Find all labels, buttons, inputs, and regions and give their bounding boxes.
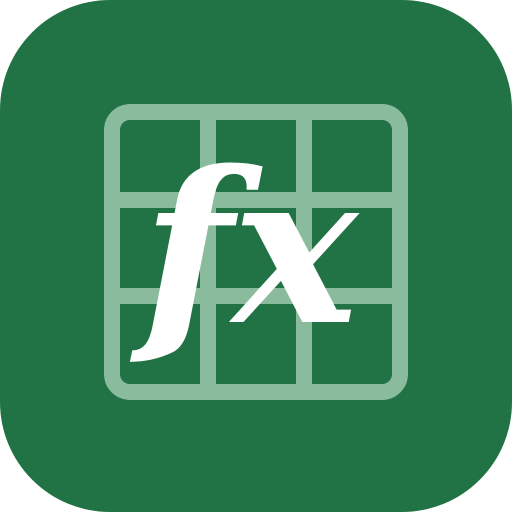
function-fx-icon: fx xyxy=(129,125,360,372)
app-icon[interactable]: fx xyxy=(0,0,512,512)
